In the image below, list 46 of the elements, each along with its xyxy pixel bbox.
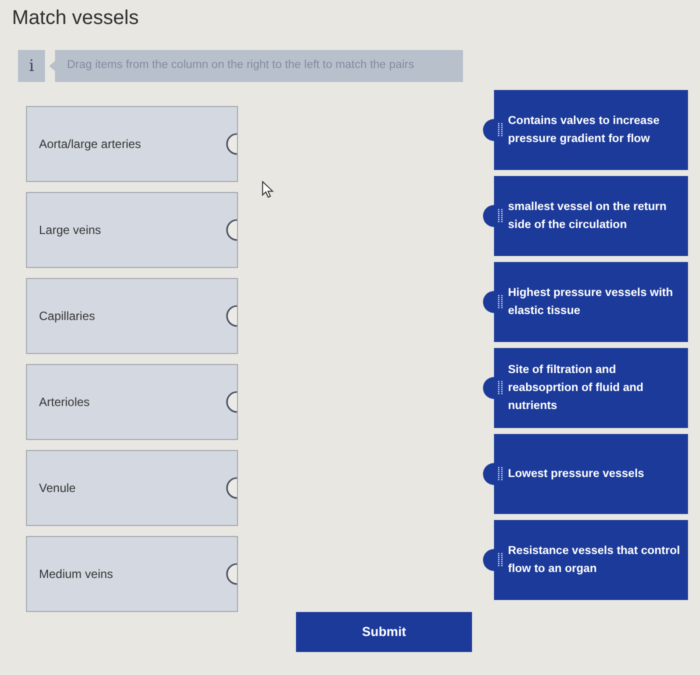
drag-handle-icon: [498, 553, 503, 567]
knob-icon: [482, 291, 494, 313]
premise-label: Venule: [39, 480, 76, 497]
drag-handle-icon: [498, 295, 503, 309]
socket-icon: [225, 477, 237, 499]
knob-icon: [482, 463, 494, 485]
premise-label: Arterioles: [39, 394, 90, 411]
drop-target-box[interactable]: Aorta/large arteries: [26, 106, 238, 182]
knob-icon: [482, 377, 494, 399]
drag-handle-icon: [498, 381, 503, 395]
knob-icon: [482, 119, 494, 141]
mouse-cursor-icon: [262, 181, 274, 198]
page-title: Match vessels: [12, 6, 140, 30]
draggable-answer-card[interactable]: Site of filtration and reabsoprtion of fluid and nutrients: [494, 348, 688, 428]
drag-handle-icon: [498, 123, 503, 137]
socket-icon: [225, 391, 237, 413]
socket-icon: [225, 133, 237, 155]
answer-text: smallest vessel on the return side of the circulation: [508, 200, 668, 233]
knob-icon: [482, 205, 494, 227]
socket-icon: [225, 563, 237, 585]
draggable-answer-card[interactable]: smallest vessel on the return side of the circulation: [494, 176, 688, 256]
drop-target-box[interactable]: Capillaries: [26, 278, 238, 354]
premise-label: Medium veins: [39, 566, 114, 583]
answer-text: Resistance vessels that control flow to an organ: [508, 544, 681, 577]
draggable-answer-card[interactable]: Highest pressure vessels with elastic tissue: [494, 262, 688, 342]
drop-target-box[interactable]: Large veins: [26, 192, 238, 268]
drop-target-box[interactable]: Arterioles: [26, 364, 238, 440]
submit-button[interactable]: Submit: [296, 612, 472, 652]
drop-target-box[interactable]: Venule: [26, 450, 238, 526]
premise-label: Aorta/large arteries: [39, 136, 142, 153]
info-icon: i: [18, 50, 45, 82]
answer-text: Site of filtration and reabsoprtion of fluid and nutrients: [508, 363, 644, 414]
answer-text: Contains valves to increase pressure gradient for flow: [508, 114, 660, 147]
draggable-answer-card[interactable]: Resistance vessels that control flow to an organ: [494, 520, 688, 600]
knob-icon: [482, 549, 494, 571]
draggable-answer-card[interactable]: Contains valves to increase pressure gradient for flow: [494, 90, 688, 170]
drag-handle-icon: [498, 209, 503, 223]
socket-icon: [225, 305, 237, 327]
drag-handle-icon: [498, 467, 503, 481]
drop-target-box[interactable]: Medium veins: [26, 536, 238, 612]
draggable-answer-card[interactable]: Lowest pressure vessels: [494, 434, 688, 514]
socket-icon: [225, 219, 237, 241]
premise-label: Capillaries: [39, 308, 96, 325]
answer-text: Highest pressure vessels with elastic tissue: [508, 286, 674, 319]
premise-label: Large veins: [39, 222, 102, 239]
answer-text: Lowest pressure vessels: [508, 467, 644, 482]
